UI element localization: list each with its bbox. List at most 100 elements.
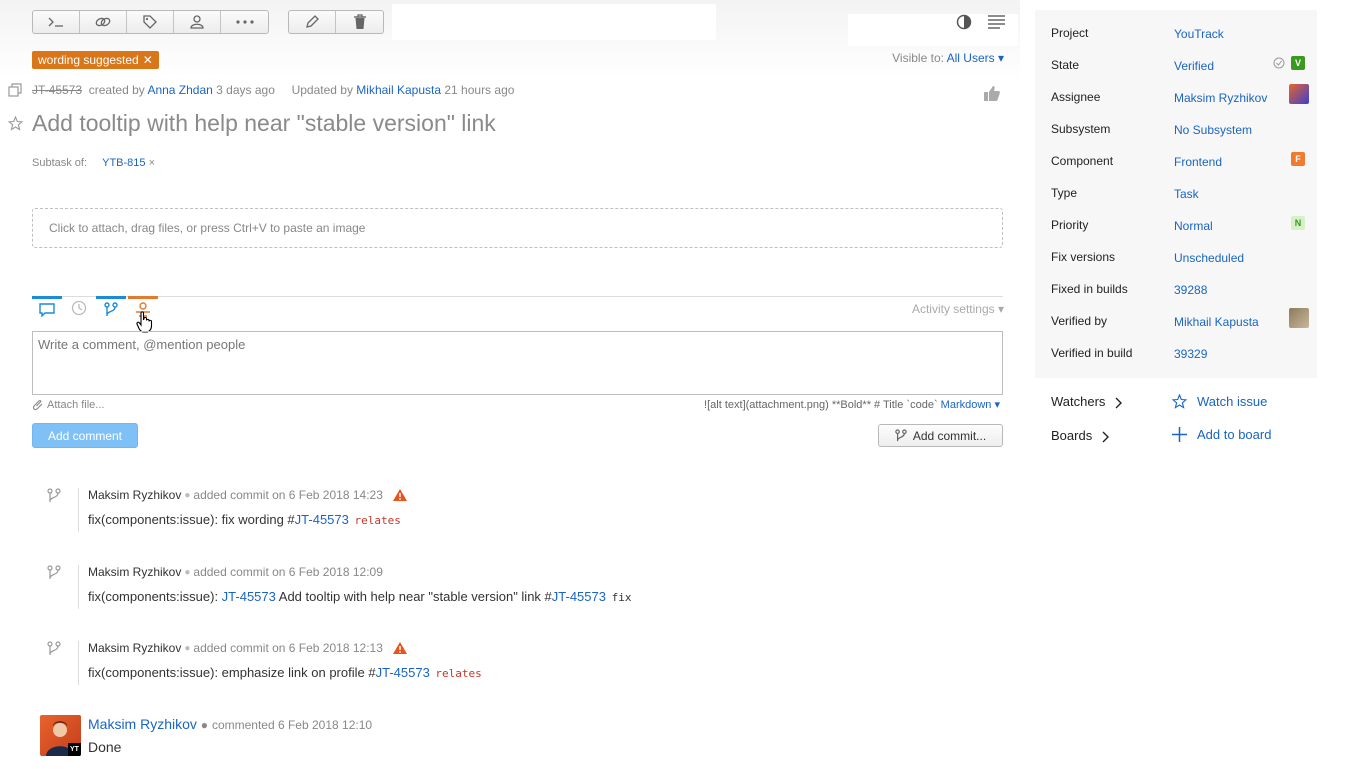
field-value[interactable]: Unscheduled <box>1174 251 1244 265</box>
warning-icon[interactable] <box>392 489 407 501</box>
field-value[interactable]: Normal <box>1174 219 1213 233</box>
commit-action: added commit on 6 Feb 2018 12:13 <box>193 641 383 655</box>
issue-title[interactable]: Add tooltip with help near "stable versi… <box>32 110 496 137</box>
tag-remove-icon[interactable]: ✕ <box>143 53 153 67</box>
field-value[interactable]: No Subsystem <box>1174 123 1252 137</box>
markdown-hint: ![alt text](attachment.png) **Bold** # T… <box>704 398 1000 411</box>
issue-meta: JT-45573 created by Anna Zhdan 3 days ag… <box>32 83 514 97</box>
issue-id[interactable]: JT-45573 <box>32 83 82 97</box>
tag-label: wording suggested <box>38 53 139 67</box>
attach-file-link[interactable]: Attach file... <box>32 399 104 411</box>
field-value[interactable]: 39288 <box>1174 283 1207 297</box>
command-button[interactable] <box>33 11 80 33</box>
watch-issue-link[interactable]: Watch issue <box>1172 394 1267 409</box>
tag-chip[interactable]: wording suggested ✕ <box>32 51 159 69</box>
tag-button[interactable] <box>127 11 174 33</box>
more-button[interactable] <box>221 11 268 33</box>
commit-icon <box>47 641 61 655</box>
field-verified-in-build[interactable]: Verified in build 39329 <box>1051 346 1309 366</box>
avatar <box>1289 308 1309 328</box>
commit-author[interactable]: Maksim Ryzhikov <box>88 641 181 655</box>
add-to-board-link[interactable]: Add to board <box>1172 427 1271 442</box>
field-value[interactable]: Task <box>1174 187 1199 201</box>
field-label: State <box>1051 58 1080 72</box>
field-value[interactable]: Maksim Ryzhikov <box>1174 91 1267 105</box>
menu-lines-icon[interactable] <box>988 15 1005 29</box>
tab-comments[interactable] <box>32 296 62 320</box>
tab-history[interactable] <box>64 296 94 320</box>
attachment-dropzone[interactable]: Click to attach, drag files, or press Ct… <box>32 208 1003 248</box>
boards-toggle[interactable]: Boards <box>1051 428 1110 443</box>
field-project[interactable]: Project YouTrack <box>1051 26 1309 46</box>
visibility-value[interactable]: All Users ▾ <box>947 51 1004 65</box>
field-label: Project <box>1051 26 1089 40</box>
star-icon <box>1172 394 1187 409</box>
field-fix-versions[interactable]: Fix versions Unscheduled <box>1051 250 1309 270</box>
commit-text-middle: Add tooltip with help near "stable versi… <box>275 589 552 604</box>
subtask-remove-icon[interactable]: × <box>149 157 155 169</box>
branch-icon <box>104 301 118 316</box>
yt-badge: YT <box>68 743 81 756</box>
attach-file-label: Attach file... <box>47 399 105 411</box>
field-subsystem[interactable]: Subsystem No Subsystem <box>1051 122 1309 142</box>
add-commit-button[interactable]: Add commit... <box>878 424 1003 447</box>
assign-button[interactable] <box>174 11 221 33</box>
edit-button[interactable] <box>289 11 336 33</box>
field-assignee[interactable]: Assignee Maksim Ryzhikov <box>1051 84 1309 110</box>
commit-issue-link[interactable]: JT-45573 <box>222 589 276 604</box>
commit-issue-link[interactable]: JT-45573 <box>552 589 606 604</box>
commit-issue-link[interactable]: JT-45573 <box>295 512 349 527</box>
vote-icon[interactable] <box>984 86 1000 101</box>
commit-action: added commit on 6 Feb 2018 12:09 <box>193 565 383 579</box>
field-state[interactable]: State Verified V <box>1051 56 1309 78</box>
creator-link[interactable]: Anna Zhdan <box>147 83 212 97</box>
markdown-dropdown[interactable]: Markdown ▾ <box>941 399 1000 411</box>
delete-button[interactable] <box>336 11 383 33</box>
warning-icon[interactable] <box>392 642 407 654</box>
toolbar-blank-area <box>392 4 716 40</box>
comment-input[interactable]: Write a comment, @mention people <box>32 331 1003 395</box>
field-label: Subsystem <box>1051 122 1111 136</box>
field-type[interactable]: Type Task <box>1051 186 1309 206</box>
delete-icon <box>353 14 366 29</box>
field-value[interactable]: Verified <box>1174 59 1214 73</box>
field-priority[interactable]: Priority Normal N <box>1051 216 1309 238</box>
tab-vcs[interactable] <box>96 296 126 320</box>
star-icon[interactable] <box>8 116 23 131</box>
field-value[interactable]: Frontend <box>1174 155 1222 169</box>
copy-icon[interactable] <box>8 83 22 97</box>
subtask-link[interactable]: YTB-815 <box>102 157 145 169</box>
link-icon <box>95 17 111 27</box>
commit-icon <box>47 565 61 579</box>
commit-issue-link[interactable]: JT-45573 <box>376 665 430 680</box>
chevron-right-icon <box>1102 431 1109 443</box>
commit-divider <box>78 565 79 609</box>
commit-author[interactable]: Maksim Ryzhikov <box>88 488 181 502</box>
user-icon <box>190 15 204 29</box>
watchers-toggle[interactable]: Watchers <box>1051 394 1123 409</box>
edit-toolbar <box>288 10 384 34</box>
comment-author[interactable]: Maksim Ryzhikov <box>88 716 197 732</box>
field-value[interactable]: 39329 <box>1174 347 1207 361</box>
comment-text: Done <box>88 739 122 755</box>
commit-icon <box>47 488 61 502</box>
commit-author[interactable]: Maksim Ryzhikov <box>88 565 181 579</box>
field-verified-by[interactable]: Verified by Mikhail Kapusta <box>1051 308 1309 334</box>
comment-meta: commented 6 Feb 2018 12:10 <box>211 718 373 732</box>
link-issue-button[interactable] <box>80 11 127 33</box>
field-value[interactable]: YouTrack <box>1174 27 1224 41</box>
activity-settings[interactable]: Activity settings ▾ <box>912 302 1004 316</box>
field-badge: V <box>1291 56 1305 70</box>
commit-message: fix(components:issue): emphasize link on… <box>88 665 482 680</box>
comment-dot: ● <box>200 718 209 732</box>
field-value[interactable]: Mikhail Kapusta <box>1174 315 1259 329</box>
theme-toggle-icon[interactable] <box>956 14 972 30</box>
add-comment-button[interactable]: Add comment <box>32 423 138 448</box>
commit-command: fix <box>611 591 632 604</box>
commit-command: relates <box>435 667 482 680</box>
subtask-label: Subtask of: <box>32 157 88 169</box>
field-fixed-in-builds[interactable]: Fixed in builds 39288 <box>1051 282 1309 302</box>
avatar[interactable]: YT <box>40 715 81 756</box>
updater-link[interactable]: Mikhail Kapusta <box>356 83 441 97</box>
field-component[interactable]: Component Frontend F <box>1051 152 1309 174</box>
